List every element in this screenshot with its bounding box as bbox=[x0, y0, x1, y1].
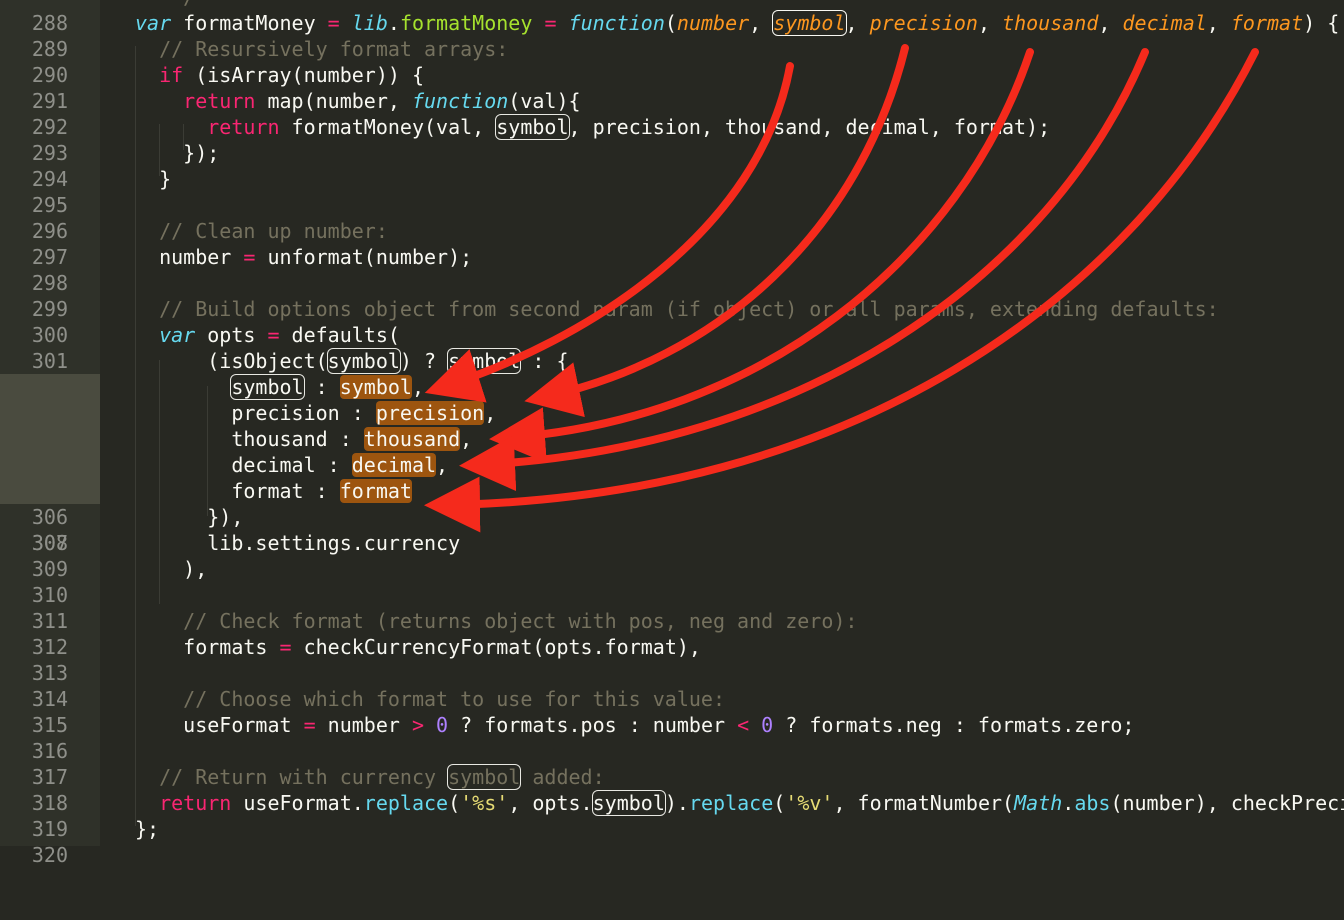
code-line[interactable]: 295 } bbox=[0, 166, 1344, 217]
code-line[interactable]: 292 return map(number, function(val){ bbox=[0, 88, 1344, 139]
line-text: return map(number, function(val){ bbox=[183, 89, 581, 113]
line-text: return useFormat.replace('%s', opts.symb… bbox=[159, 790, 1344, 816]
line-text: decimal : decimal, bbox=[135, 453, 449, 477]
code-line[interactable]: 305 thousand : thousand, bbox=[0, 426, 1344, 503]
line-text: */ bbox=[135, 0, 195, 10]
selected-line-gutter bbox=[0, 452, 100, 478]
line-text: // Resursively format arrays: bbox=[135, 37, 509, 61]
code-line[interactable]: 293 return formatMoney(val, symbol, prec… bbox=[0, 114, 1344, 165]
code-line[interactable]: 308 }), bbox=[0, 504, 1344, 555]
line-text: // Clean up number: bbox=[135, 219, 388, 243]
code-line[interactable]: 314 bbox=[0, 660, 1344, 711]
code-line[interactable]: 313 formats = checkCurrencyFormat(opts.f… bbox=[0, 634, 1344, 685]
code-line[interactable]: 310 ), bbox=[0, 556, 1344, 607]
line-text: lib.settings.currency bbox=[135, 531, 461, 555]
code-line[interactable]: 296 bbox=[0, 192, 1344, 243]
code-line[interactable]: 307 format : format bbox=[0, 478, 1344, 555]
line-text: // Choose which format to use for this v… bbox=[135, 687, 726, 711]
code-line[interactable]: 315 // Choose which format to use for th… bbox=[0, 686, 1344, 737]
line-text: format : format bbox=[135, 479, 412, 503]
code-line[interactable]: 319 return useFormat.replace('%s', opts.… bbox=[0, 790, 1344, 841]
code-line[interactable]: 320 }; bbox=[0, 816, 1344, 867]
code-line[interactable]: 311 bbox=[0, 582, 1344, 633]
line-text: formats = checkCurrencyFormat(opts.forma… bbox=[135, 635, 701, 659]
code-line[interactable]: 316 useFormat = number > 0 ? formats.pos… bbox=[0, 712, 1344, 763]
line-text: if (isArray(number)) { bbox=[159, 63, 425, 87]
line-text: (isObject(symbol) ? symbol : { bbox=[135, 348, 569, 374]
line-text: number = unformat(number); bbox=[135, 245, 473, 269]
code-line[interactable]: 317 bbox=[0, 738, 1344, 789]
code-line[interactable]: 297 // Clean up number: bbox=[0, 218, 1344, 269]
line-text: useFormat = number > 0 ? formats.pos : n… bbox=[135, 713, 1135, 737]
code-line[interactable]: 300 // Build options object from second … bbox=[0, 296, 1344, 347]
code-line[interactable]: 290 // Resursively format arrays: bbox=[0, 36, 1344, 87]
code-line[interactable]: 306 decimal : decimal, bbox=[0, 452, 1344, 529]
line-text: }); bbox=[135, 141, 220, 165]
line-text: } bbox=[135, 167, 172, 191]
line-text: return formatMoney(val, symbol, precisio… bbox=[207, 114, 1051, 140]
code-line[interactable]: 312 // Check format (returns object with… bbox=[0, 608, 1344, 659]
code-line[interactable]: 309 lib.settings.currency bbox=[0, 530, 1344, 581]
code-line[interactable]: 298 number = unformat(number); bbox=[0, 244, 1344, 295]
code-line[interactable]: 304 precision : precision, bbox=[0, 400, 1344, 477]
line-text: // Check format (returns object with pos… bbox=[135, 609, 858, 633]
code-line[interactable]: 289 var formatMoney = lib.formatMoney = … bbox=[0, 10, 1344, 61]
line-text: }), bbox=[135, 505, 244, 529]
code-editor[interactable]: 288 */ 289 var formatMoney = lib.formatM… bbox=[0, 0, 1344, 867]
code-line[interactable]: 318 // Return with currency symbol added… bbox=[0, 764, 1344, 815]
line-text: precision : precision, bbox=[135, 401, 497, 425]
selected-line-gutter bbox=[0, 400, 100, 426]
selected-line-gutter bbox=[0, 478, 100, 504]
code-line[interactable]: 302 (isObject(symbol) ? symbol : { bbox=[0, 348, 1344, 399]
code-line[interactable]: 299 bbox=[0, 270, 1344, 321]
line-text: // Return with currency symbol added: bbox=[135, 764, 605, 790]
code-line[interactable]: 303 symbol : symbol, bbox=[0, 374, 1344, 451]
selected-line-gutter bbox=[0, 426, 100, 452]
line-text: symbol : symbol, bbox=[230, 374, 424, 400]
line-text: // Build options object from second para… bbox=[135, 297, 1219, 321]
code-line[interactable]: 301 var opts = defaults( bbox=[0, 322, 1344, 373]
code-line[interactable]: 288 */ bbox=[0, 0, 1344, 35]
line-text: thousand : thousand, bbox=[135, 427, 473, 451]
line-text: var opts = defaults( bbox=[159, 323, 400, 347]
line-text: var formatMoney = lib.formatMoney = func… bbox=[135, 10, 1340, 36]
line-text: ), bbox=[135, 557, 208, 581]
selected-line-gutter bbox=[0, 374, 100, 400]
code-line[interactable]: 291 if (isArray(number)) { bbox=[0, 62, 1344, 113]
code-line[interactable]: 294 }); bbox=[0, 140, 1344, 191]
line-text: }; bbox=[135, 817, 160, 841]
